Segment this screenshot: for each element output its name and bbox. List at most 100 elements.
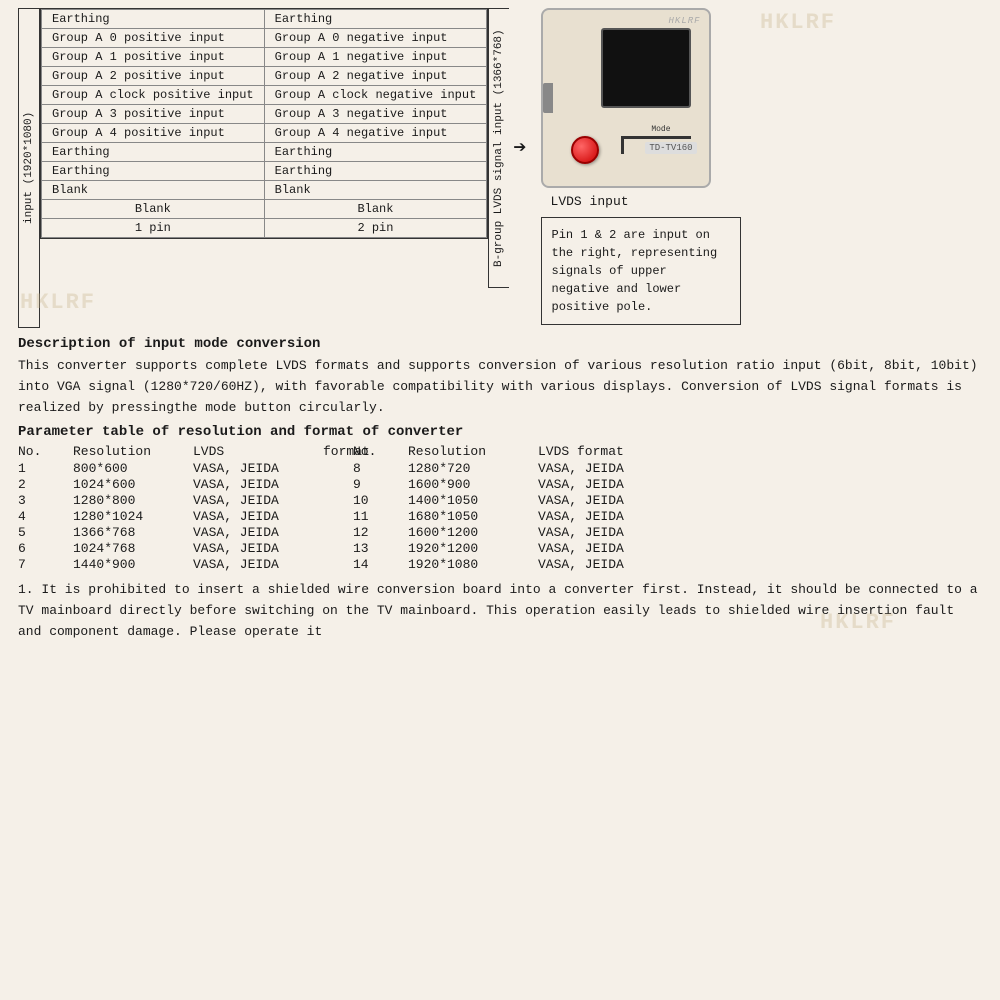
lvds-input-label: LVDS input <box>551 194 629 209</box>
header-lvds2: LVDS format <box>538 444 668 459</box>
header-format: format <box>323 444 353 459</box>
pin-table-footer-row: 1 pin 2 pin <box>42 219 487 238</box>
param-sep <box>323 509 353 524</box>
table-row: Group A 1 positive inputGroup A 1 negati… <box>42 48 487 67</box>
table-row: Group A 0 positive inputGroup A 0 negati… <box>42 29 487 48</box>
param-res2: 1600*1200 <box>408 525 538 540</box>
arrow-right: ➔ <box>509 135 530 161</box>
pin2-cell: Earthing <box>264 162 487 181</box>
param-lvds2: VASA, JEIDA <box>538 461 668 476</box>
param-res2: 1920*1080 <box>408 557 538 572</box>
param-row: 4 1280*1024 VASA, JEIDA 11 1680*1050 VAS… <box>18 509 982 524</box>
param-no2: 10 <box>353 493 408 508</box>
bottom-note: 1. It is prohibited to insert a shielded… <box>18 580 982 642</box>
param-lvds: VASA, JEIDA <box>193 541 323 556</box>
pin2-cell: Group A clock negative input <box>264 86 487 105</box>
param-sep <box>323 525 353 540</box>
param-lvds: VASA, JEIDA <box>193 525 323 540</box>
param-lvds: VASA, JEIDA <box>193 509 323 524</box>
pin1-cell: Group A 3 positive input <box>42 105 265 124</box>
note-box: Pin 1 & 2 are input on the right, repres… <box>541 217 741 325</box>
pin1-cell: Group A clock positive input <box>42 86 265 105</box>
param-sep <box>323 493 353 508</box>
param-res: 1024*768 <box>73 541 193 556</box>
description-title: Description of input mode conversion <box>18 336 982 352</box>
param-row: 6 1024*768 VASA, JEIDA 13 1920*1200 VASA… <box>18 541 982 556</box>
header-resolution: Resolution <box>73 444 193 459</box>
param-res2: 1400*1050 <box>408 493 538 508</box>
lvds-signal-label: B-group LVDS signal input (1366*768) <box>488 8 509 288</box>
param-res: 1280*1024 <box>73 509 193 524</box>
param-lvds: VASA, JEIDA <box>193 461 323 476</box>
pin1-footer: 1 pin <box>42 219 265 238</box>
param-sep <box>323 557 353 572</box>
table-row: EarthingEarthing <box>42 162 487 181</box>
pin2-cell: Earthing <box>264 10 487 29</box>
param-res: 800*600 <box>73 461 193 476</box>
param-lvds: VASA, JEIDA <box>193 493 323 508</box>
param-no: 3 <box>18 493 73 508</box>
param-lvds2: VASA, JEIDA <box>538 541 668 556</box>
top-section: input (1920*1080) EarthingEarthingGroup … <box>18 8 982 328</box>
right-section: HKLRF Mode TD-TV160 LVDS input Pin 1 & 2… <box>541 8 741 325</box>
table-row: Group A 3 positive inputGroup A 3 negati… <box>42 105 487 124</box>
param-res: 1280*800 <box>73 493 193 508</box>
note-box-text: Pin 1 & 2 are input on the right, repres… <box>552 228 718 314</box>
header-no: No. <box>18 444 73 459</box>
pin1-cell: Earthing <box>42 143 265 162</box>
param-no2: 9 <box>353 477 408 492</box>
pin2-cell: Group A 2 negative input <box>264 67 487 86</box>
table-row: EarthingEarthing <box>42 10 487 29</box>
pin2-cell: Group A 1 negative input <box>264 48 487 67</box>
param-lvds: VASA, JEIDA <box>193 557 323 572</box>
param-no: 1 <box>18 461 73 476</box>
param-no2: 12 <box>353 525 408 540</box>
param-res2: 1280*720 <box>408 461 538 476</box>
device-screen <box>601 28 691 108</box>
param-lvds: VASA, JEIDA <box>193 477 323 492</box>
param-row: 3 1280*800 VASA, JEIDA 10 1400*1050 VASA… <box>18 493 982 508</box>
param-lvds2: VASA, JEIDA <box>538 509 668 524</box>
pin1-cell: Group A 1 positive input <box>42 48 265 67</box>
pin1-cell: Group A 0 positive input <box>42 29 265 48</box>
param-title: Parameter table of resolution and format… <box>18 424 982 440</box>
pin2-cell: Blank <box>264 200 487 219</box>
param-res2: 1680*1050 <box>408 509 538 524</box>
param-no: 4 <box>18 509 73 524</box>
description-text: This converter supports complete LVDS fo… <box>18 356 982 418</box>
header-no2: No. <box>353 444 408 459</box>
param-no2: 11 <box>353 509 408 524</box>
param-row: 7 1440*900 VASA, JEIDA 14 1920*1080 VASA… <box>18 557 982 572</box>
param-res: 1366*768 <box>73 525 193 540</box>
param-sep <box>323 541 353 556</box>
header-lvds: LVDS <box>193 444 323 459</box>
param-lvds2: VASA, JEIDA <box>538 477 668 492</box>
table-row: BlankBlank <box>42 200 487 219</box>
param-header-row: No. Resolution LVDS format No. Resolutio… <box>18 444 982 459</box>
pin1-cell: Group A 2 positive input <box>42 67 265 86</box>
param-row: 2 1024*600 VASA, JEIDA 9 1600*900 VASA, … <box>18 477 982 492</box>
bottom-note-text: 1. It is prohibited to insert a shielded… <box>18 582 978 639</box>
pin-table-wrapper: EarthingEarthingGroup A 0 positive input… <box>40 8 488 239</box>
connector-lines-svg <box>621 126 701 156</box>
table-row: Group A clock positive inputGroup A cloc… <box>42 86 487 105</box>
param-no2: 8 <box>353 461 408 476</box>
param-section: Parameter table of resolution and format… <box>18 424 982 572</box>
description-section: Description of input mode conversion Thi… <box>18 336 982 418</box>
param-res2: 1600*900 <box>408 477 538 492</box>
param-res2: 1920*1200 <box>408 541 538 556</box>
param-res: 1024*600 <box>73 477 193 492</box>
pin1-cell: Group A 4 positive input <box>42 124 265 143</box>
pin1-cell: Earthing <box>42 162 265 181</box>
param-res: 1440*900 <box>73 557 193 572</box>
param-lvds2: VASA, JEIDA <box>538 557 668 572</box>
param-no: 2 <box>18 477 73 492</box>
param-no2: 14 <box>353 557 408 572</box>
pin2-footer: 2 pin <box>264 219 487 238</box>
table-row: Group A 4 positive inputGroup A 4 negati… <box>42 124 487 143</box>
param-no: 7 <box>18 557 73 572</box>
pin2-cell: Group A 0 negative input <box>264 29 487 48</box>
param-lvds2: VASA, JEIDA <box>538 493 668 508</box>
device-button[interactable] <box>571 136 599 164</box>
param-no: 5 <box>18 525 73 540</box>
